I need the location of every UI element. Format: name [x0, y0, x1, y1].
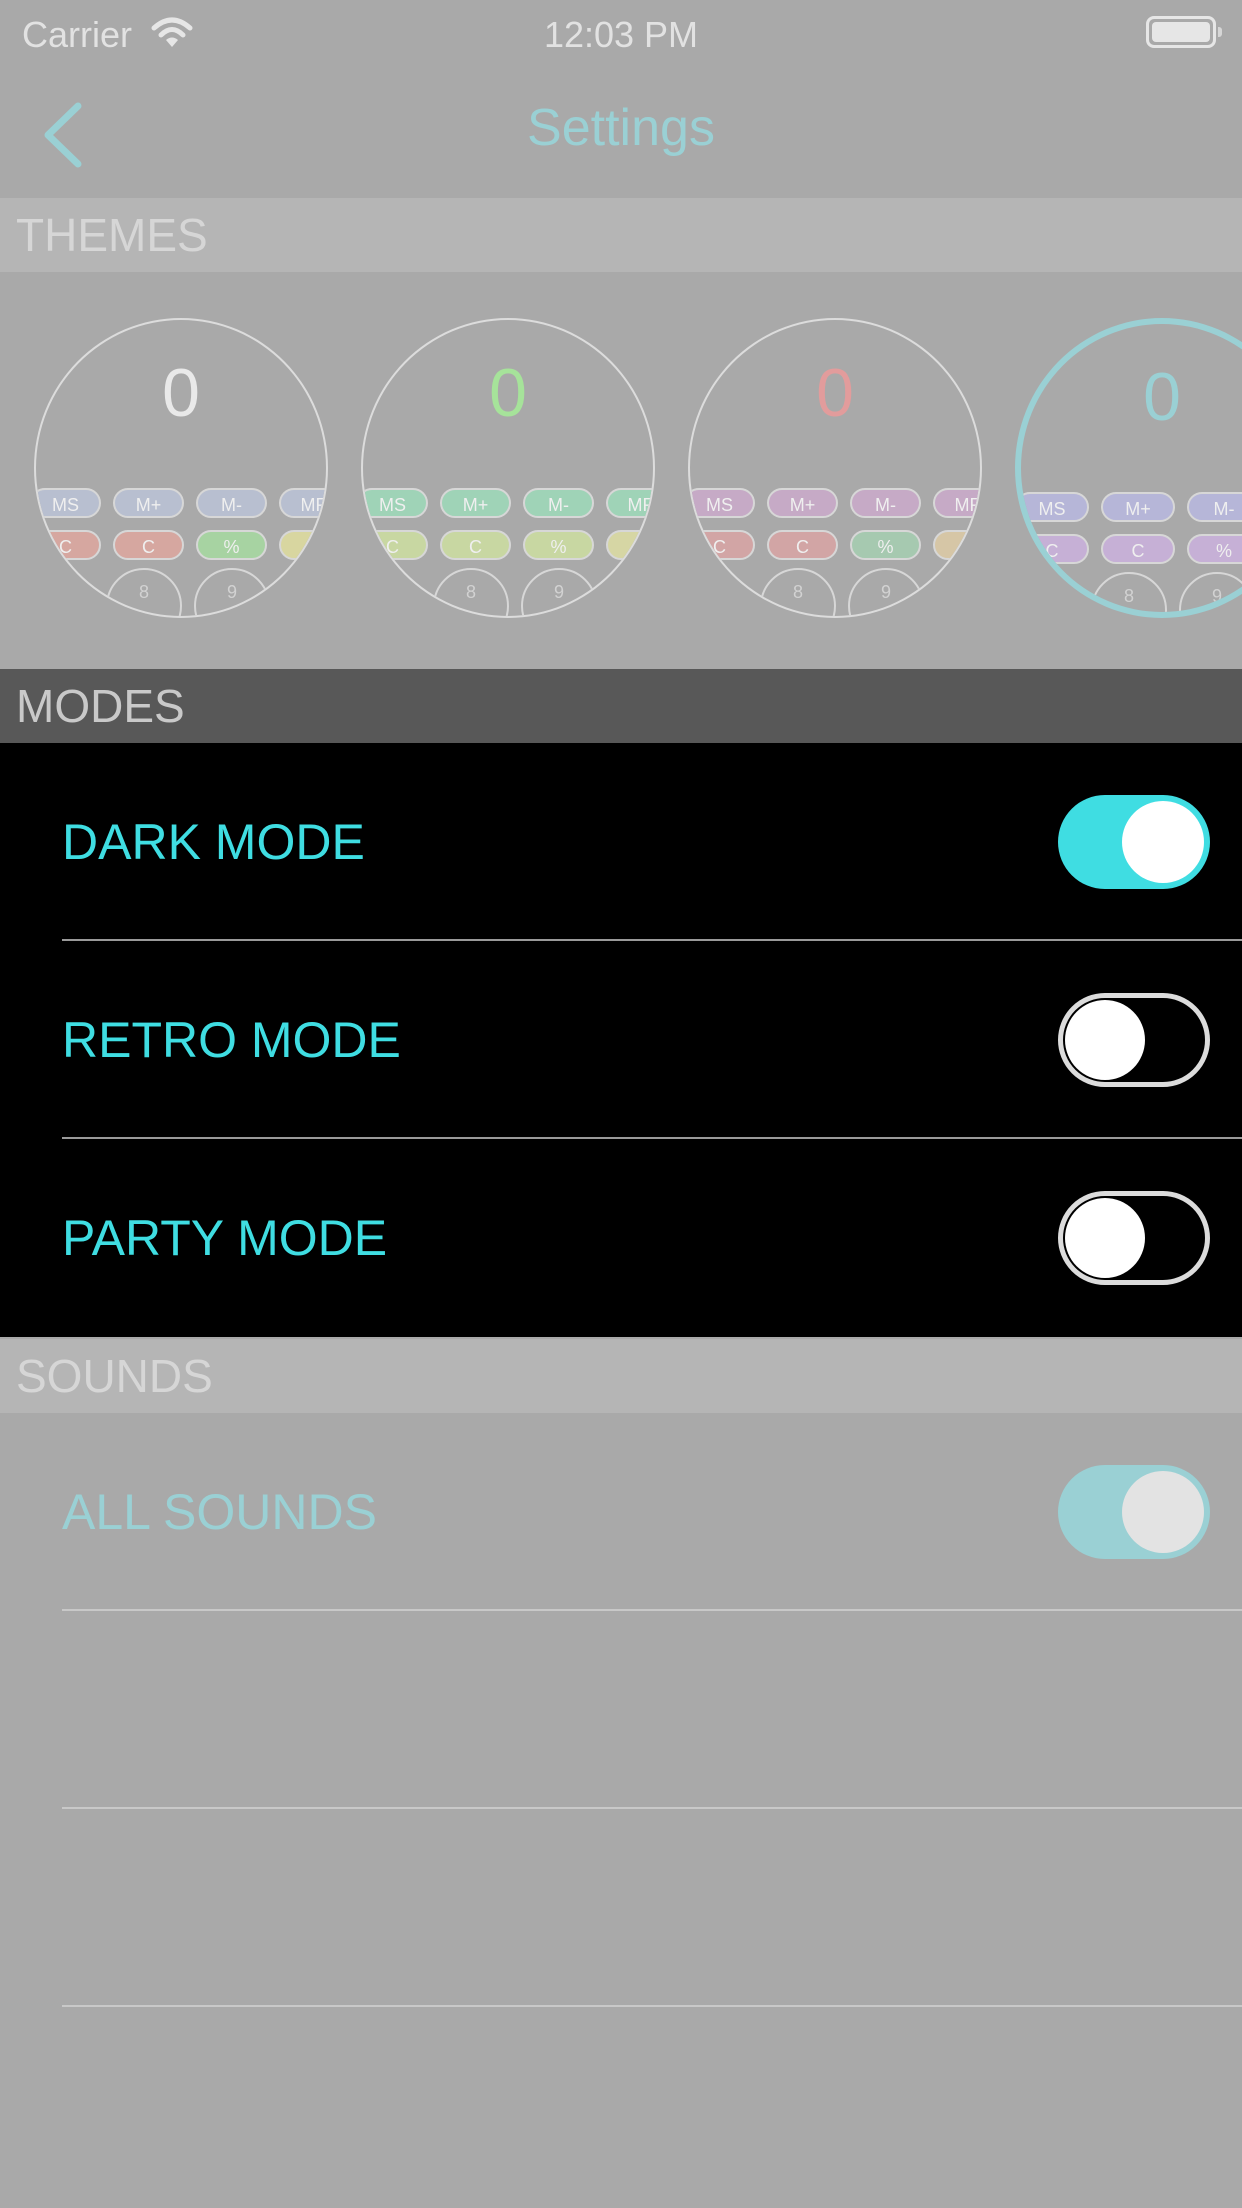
- theme-key: C: [1021, 534, 1089, 564]
- theme-keys-preview: MS M+ M- C C%: [1021, 492, 1242, 576]
- sound-row-all: ALL SOUNDS: [0, 1413, 1242, 1611]
- theme-key: +: [933, 530, 980, 560]
- theme-keys-preview: MS M+ M- MR C C% +: [690, 488, 980, 572]
- theme-digit-key: 9: [521, 568, 597, 616]
- retro-mode-toggle[interactable]: [1058, 993, 1210, 1087]
- all-sounds-toggle[interactable]: [1058, 1465, 1210, 1559]
- toggle-knob: [1122, 1471, 1204, 1553]
- toggle-knob: [1065, 1000, 1145, 1080]
- dark-mode-toggle[interactable]: [1058, 795, 1210, 889]
- mode-label-party: PARTY MODE: [62, 1210, 388, 1266]
- sound-row-empty: [0, 1611, 1242, 1809]
- theme-key: M-: [523, 488, 594, 518]
- theme-key: MR: [606, 488, 653, 518]
- theme-display-value: 0: [1143, 359, 1181, 435]
- modes-list: DARK MODE RETRO MODE PARTY MODE: [0, 743, 1242, 1337]
- toggle-knob: [1065, 1198, 1145, 1278]
- theme-key: MS: [690, 488, 755, 518]
- section-header-modes: MODES: [0, 669, 1242, 743]
- theme-keys-preview: MS M+ M- MR C C% +: [36, 488, 326, 572]
- theme-key: %: [196, 530, 267, 560]
- theme-key: MR: [279, 488, 326, 518]
- mode-row-dark: DARK MODE: [0, 743, 1242, 941]
- theme-digit-keys: 89: [760, 568, 960, 616]
- battery-icon: [1146, 16, 1222, 48]
- sounds-list: ALL SOUNDS: [0, 1413, 1242, 2208]
- theme-digit-key: 8: [760, 568, 836, 616]
- theme-key: MS: [36, 488, 101, 518]
- theme-key: C: [767, 530, 838, 560]
- mode-label-retro: RETRO MODE: [62, 1012, 401, 1068]
- theme-key: C: [363, 530, 428, 560]
- theme-digit-key: 8: [106, 568, 182, 616]
- theme-display-value: 0: [816, 355, 854, 431]
- theme-option-3[interactable]: 0 MS M+ M- MR C C% +8 9: [688, 318, 982, 618]
- theme-key: M+: [440, 488, 511, 518]
- theme-key: %: [1187, 534, 1242, 564]
- theme-key: C: [113, 530, 184, 560]
- theme-key: %: [850, 530, 921, 560]
- navigation-bar: Settings: [0, 70, 1242, 196]
- theme-digit-keys: 89: [1091, 572, 1242, 612]
- theme-option-4[interactable]: 0 MS M+ M- C C% 8 9: [1015, 318, 1242, 618]
- theme-key: C: [690, 530, 755, 560]
- theme-key: MR: [933, 488, 980, 518]
- party-mode-toggle[interactable]: [1058, 1191, 1210, 1285]
- theme-display-value: 0: [162, 355, 200, 431]
- theme-digit-key: 8: [433, 568, 509, 616]
- theme-key: MS: [363, 488, 428, 518]
- theme-digit-key: 9: [848, 568, 924, 616]
- theme-digit-keys: 89: [106, 568, 306, 616]
- section-header-themes: THEMES: [0, 198, 1242, 272]
- clock: 12:03 PM: [543, 14, 699, 55]
- toggle-knob: [1122, 801, 1204, 883]
- section-header-sounds: SOUNDS: [0, 1339, 1242, 1413]
- mode-row-retro: RETRO MODE: [0, 941, 1242, 1139]
- theme-key: C: [36, 530, 101, 560]
- mode-label-dark: DARK MODE: [62, 814, 365, 870]
- theme-key: M+: [767, 488, 838, 518]
- status-bar: Carrier 12:03 PM: [0, 0, 1242, 70]
- theme-display-value: 0: [489, 355, 527, 431]
- theme-key: M+: [113, 488, 184, 518]
- theme-key: M-: [1187, 492, 1242, 522]
- theme-key: M-: [850, 488, 921, 518]
- theme-key: %: [523, 530, 594, 560]
- theme-key: +: [279, 530, 326, 560]
- theme-key: C: [1101, 534, 1175, 564]
- sound-label-all: ALL SOUNDS: [62, 1484, 377, 1540]
- theme-keys-preview: MS M+ M- MR C C% +: [363, 488, 653, 572]
- row-divider: [62, 2005, 1242, 2007]
- theme-digit-keys: 89: [433, 568, 633, 616]
- theme-option-1[interactable]: 0 MS M+ M- MR C C% +8 9: [34, 318, 328, 618]
- page-title: Settings: [527, 99, 715, 157]
- theme-key: C: [440, 530, 511, 560]
- theme-digit-key: 8: [1091, 572, 1167, 612]
- theme-key: M+: [1101, 492, 1175, 522]
- theme-option-2[interactable]: 0 MS M+ M- MR C C% +8 9: [361, 318, 655, 618]
- theme-key: MS: [1021, 492, 1089, 522]
- theme-key: M-: [196, 488, 267, 518]
- theme-digit-key: 9: [194, 568, 270, 616]
- mode-row-party: PARTY MODE: [0, 1139, 1242, 1337]
- themes-carousel[interactable]: 0 MS M+ M- MR C C% +8 9 0 MS M+ M- MR C C% +8 9 0 MS M+ M- MR C…: [0, 272, 1242, 668]
- sound-row-empty: [0, 1809, 1242, 2007]
- theme-key: +: [606, 530, 653, 560]
- theme-digit-key: 9: [1179, 572, 1242, 612]
